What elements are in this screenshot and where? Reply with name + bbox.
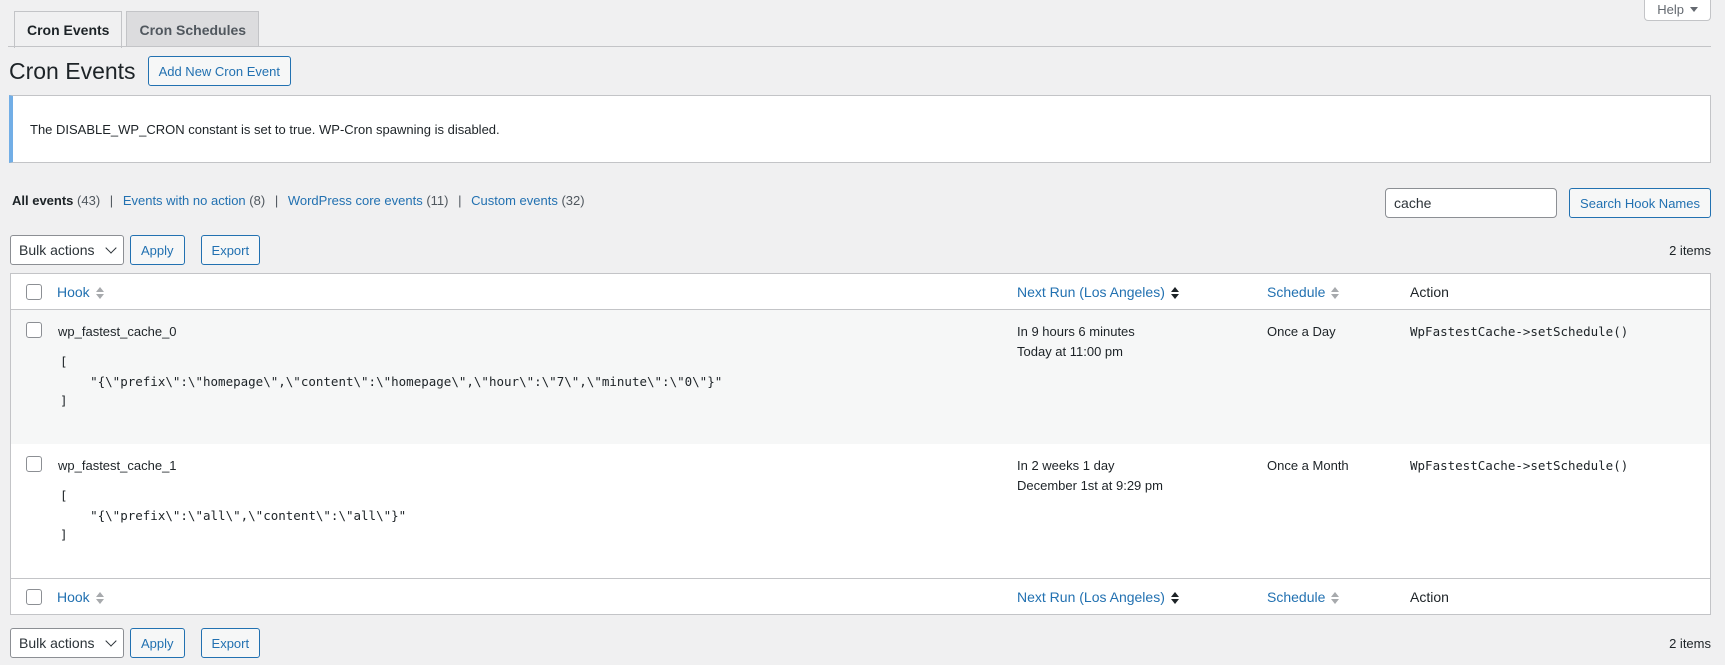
column-next-run-sort[interactable]: Next Run (Los Angeles) — [1017, 284, 1179, 300]
items-count-bottom: 2 items — [1669, 635, 1711, 651]
separator: | — [109, 193, 114, 208]
select-all-checkbox-footer[interactable] — [26, 588, 42, 605]
column-hook-sort-footer[interactable]: Hook — [57, 589, 104, 605]
column-next-run-label: Next Run (Los Angeles) — [1017, 588, 1165, 605]
hook-args: [ "{\"prefix\":\"homepage\",\"content\":… — [60, 354, 723, 408]
hook-name: wp_fastest_cache_1 — [58, 458, 177, 473]
bulk-actions-select[interactable]: Bulk actions — [10, 235, 124, 265]
sort-icon — [1331, 286, 1340, 299]
filter-core-events[interactable]: WordPress core events — [288, 193, 423, 208]
tabs-divider — [8, 46, 1711, 47]
page-header: Cron Events Add New Cron Event — [9, 56, 291, 86]
tab-cron-schedules[interactable]: Cron Schedules — [126, 11, 260, 47]
filter-custom-events[interactable]: Custom events — [471, 193, 558, 208]
column-action-label: Action — [1410, 588, 1449, 605]
table-row: wp_fastest_cache_1 [ "{\"prefix\":\"all\… — [11, 444, 1710, 578]
sort-icon — [95, 286, 104, 299]
help-label: Help — [1657, 2, 1684, 17]
apply-button-bottom[interactable]: Apply — [130, 628, 185, 658]
column-hook-label: Hook — [57, 283, 90, 300]
chevron-down-icon — [105, 241, 117, 254]
column-action-label: Action — [1410, 283, 1449, 300]
row-checkbox[interactable] — [26, 456, 42, 472]
hook-args: [ "{\"prefix\":\"all\",\"content\":\"all… — [60, 488, 407, 542]
page-title: Cron Events — [9, 57, 136, 84]
next-run-relative: In 9 hours 6 minutes — [1017, 324, 1135, 339]
hook-name: wp_fastest_cache_0 — [58, 324, 177, 339]
chevron-down-icon — [105, 634, 117, 647]
column-hook-sort[interactable]: Hook — [57, 284, 104, 300]
action-callback: WpFastestCache->setSchedule() — [1410, 324, 1629, 339]
bulk-actions-select-bottom[interactable]: Bulk actions — [10, 628, 124, 658]
column-schedule-label: Schedule — [1267, 283, 1326, 300]
next-run-absolute: December 1st at 9:29 pm — [1017, 478, 1163, 493]
column-schedule-sort-footer[interactable]: Schedule — [1267, 588, 1340, 605]
sort-asc-icon — [1170, 286, 1179, 299]
event-filters: All events (43) | Events with no action … — [12, 193, 585, 208]
tablenav-top: Bulk actions Apply Export 2 items — [10, 235, 1711, 265]
notice-info: The DISABLE_WP_CRON constant is set to t… — [9, 95, 1711, 163]
cron-events-table: Hook Next Run (Los Angeles) Schedule Act… — [10, 273, 1711, 615]
filter-no-action-count: (8) — [249, 193, 266, 208]
column-next-run-sort-footer[interactable]: Next Run (Los Angeles) — [1017, 589, 1179, 605]
column-schedule-label: Schedule — [1267, 588, 1326, 605]
sort-icon — [1331, 591, 1340, 604]
next-run-relative: In 2 weeks 1 day — [1017, 458, 1115, 473]
search-box: Search Hook Names — [1385, 188, 1711, 218]
schedule-name: Once a Day — [1267, 324, 1336, 339]
sort-asc-icon — [1170, 591, 1179, 604]
export-button[interactable]: Export — [200, 235, 261, 265]
row-checkbox[interactable] — [26, 322, 42, 338]
nav-tabs: Cron Events Cron Schedules — [14, 11, 260, 48]
table-footer: Hook Next Run (Los Angeles) Schedule Act… — [11, 578, 1710, 614]
next-run-absolute: Today at 11:00 pm — [1017, 344, 1123, 359]
bulk-actions-label: Bulk actions — [19, 635, 95, 651]
schedule-name: Once a Month — [1267, 458, 1349, 473]
bulk-actions-label: Bulk actions — [19, 242, 95, 258]
caret-down-icon — [1690, 7, 1698, 12]
filter-no-action[interactable]: Events with no action — [123, 193, 246, 208]
table-row: wp_fastest_cache_0 [ "{\"prefix\":\"home… — [11, 310, 1710, 444]
notice-text: The DISABLE_WP_CRON constant is set to t… — [30, 121, 500, 137]
help-button[interactable]: Help — [1644, 0, 1711, 21]
items-count: 2 items — [1669, 242, 1711, 258]
tablenav-bottom: Bulk actions Apply Export 2 items — [10, 628, 1711, 658]
tab-cron-events[interactable]: Cron Events — [14, 11, 123, 48]
column-schedule-sort[interactable]: Schedule — [1267, 283, 1340, 300]
search-hook-names-button[interactable]: Search Hook Names — [1569, 188, 1711, 218]
filter-core-count: (11) — [426, 193, 449, 208]
column-next-run-label: Next Run (Los Angeles) — [1017, 283, 1165, 300]
separator: | — [274, 193, 279, 208]
filter-all-count: (43) — [77, 193, 101, 208]
separator: | — [458, 193, 462, 208]
select-all-checkbox[interactable] — [26, 283, 42, 300]
add-new-cron-event-button[interactable]: Add New Cron Event — [147, 56, 291, 86]
sort-icon — [95, 591, 104, 604]
search-input[interactable] — [1385, 188, 1558, 218]
filter-custom-count: (32) — [561, 193, 585, 208]
table-header: Hook Next Run (Los Angeles) Schedule Act… — [11, 274, 1710, 310]
filter-all-events[interactable]: All events — [12, 193, 73, 208]
export-button-bottom[interactable]: Export — [200, 628, 261, 658]
apply-button[interactable]: Apply — [130, 235, 185, 265]
column-hook-label: Hook — [57, 588, 90, 605]
action-callback: WpFastestCache->setSchedule() — [1410, 458, 1629, 473]
